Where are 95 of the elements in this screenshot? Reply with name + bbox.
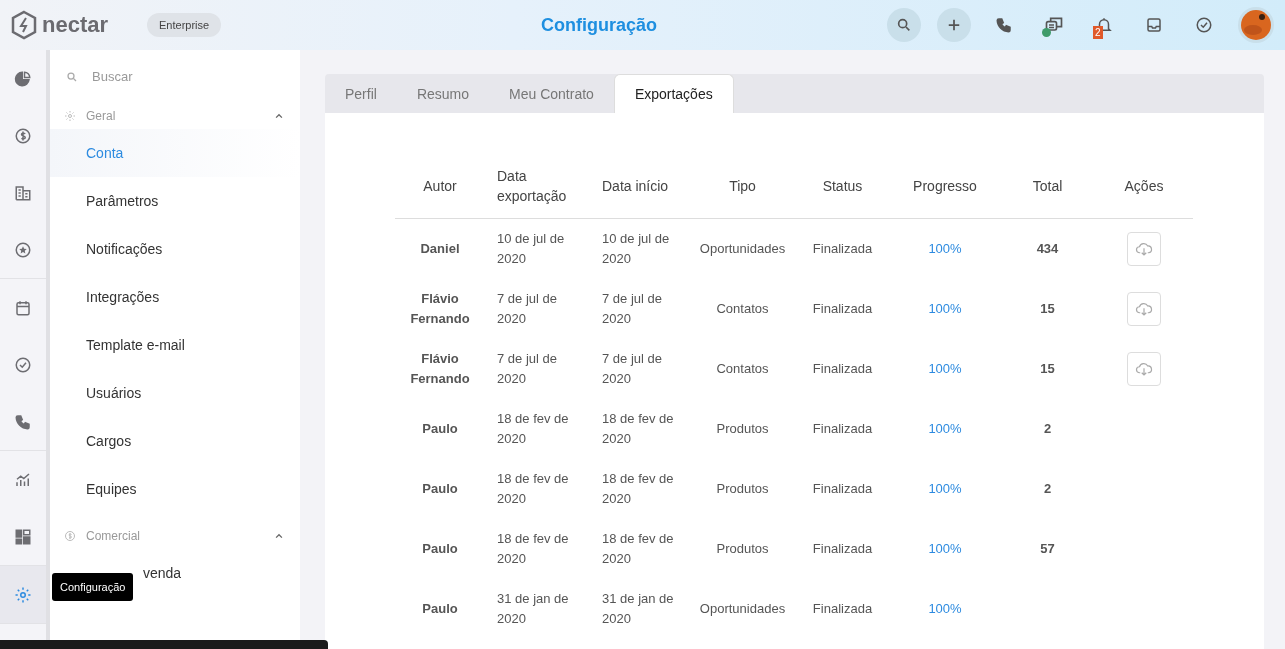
growth-chart-icon bbox=[14, 470, 32, 489]
page-title: Configuração bbox=[540, 14, 659, 36]
column-header: Data exportação bbox=[497, 166, 568, 206]
search-button[interactable] bbox=[887, 8, 921, 42]
status-cell-text: Finalizada bbox=[812, 420, 873, 438]
status-cell-text: Finalizada bbox=[812, 600, 873, 618]
column-header: Autor bbox=[423, 176, 457, 196]
status-cell-text: Finalizada bbox=[812, 480, 873, 498]
date-cell-text: 31 de jan de 2020 bbox=[497, 590, 570, 628]
date-cell-text: 18 de fev de 2020 bbox=[602, 470, 675, 508]
search-icon bbox=[66, 70, 78, 83]
progress-cell-text: 100% bbox=[928, 420, 962, 438]
date-cell-text: 7 de jul de 2020 bbox=[497, 350, 558, 388]
column-header: Total bbox=[1032, 176, 1063, 196]
author-cell-text: Daniel bbox=[419, 240, 461, 258]
date-cell-text: 7 de jul de 2020 bbox=[602, 350, 663, 388]
status-cell-text: Finalizada bbox=[812, 540, 873, 558]
type-cell-text: Produtos bbox=[716, 420, 769, 438]
download-button[interactable] bbox=[1127, 292, 1161, 326]
date-cell-text: 18 de fev de 2020 bbox=[497, 470, 570, 508]
date-cell-text: 18 de fev de 2020 bbox=[602, 410, 675, 448]
date-cell-text: 18 de fev de 2020 bbox=[602, 530, 675, 568]
cloud-download-icon bbox=[1135, 301, 1153, 317]
date-cell-text: 10 de jul de 2020 bbox=[602, 230, 671, 268]
plus-icon bbox=[947, 18, 961, 32]
cloud-download-icon bbox=[1135, 361, 1153, 377]
tab[interactable]: Perfil bbox=[325, 74, 397, 113]
total-cell-text: 434 bbox=[1036, 240, 1059, 258]
author-cell-text: Paulo bbox=[421, 540, 459, 558]
download-button[interactable] bbox=[1127, 232, 1161, 266]
date-cell-text: 7 de jul de 2020 bbox=[602, 290, 663, 328]
add-button[interactable] bbox=[937, 8, 971, 42]
plan-badge: Enterprise bbox=[147, 13, 222, 37]
notifications-button[interactable]: 2 bbox=[1087, 8, 1121, 42]
brand-name: nectar bbox=[42, 12, 109, 38]
progress-cell-text: 100% bbox=[928, 240, 962, 258]
column-header: Ações bbox=[1124, 176, 1164, 196]
status-cell-text: Finalizada bbox=[812, 240, 873, 258]
phone-icon bbox=[995, 16, 1013, 34]
type-cell-text: Oportunidades bbox=[699, 600, 786, 618]
calendar-icon bbox=[14, 298, 32, 317]
logo-icon bbox=[10, 10, 38, 40]
author-cell-text: Paulo bbox=[421, 420, 459, 438]
status-cell-text: Finalizada bbox=[812, 300, 873, 318]
download-button[interactable] bbox=[1127, 352, 1161, 386]
author-cell-text: Flávio Fernando bbox=[409, 350, 471, 388]
check-circle-icon bbox=[14, 355, 32, 374]
progress-cell-text: 100% bbox=[928, 480, 962, 498]
total-cell-text: 57 bbox=[1040, 540, 1055, 558]
author-cell-text: Flávio Fernando bbox=[409, 290, 471, 328]
date-cell-text: 10 de jul de 2020 bbox=[497, 230, 566, 268]
phone-icon bbox=[14, 412, 32, 431]
avatar[interactable] bbox=[1237, 6, 1275, 44]
check-circle-icon bbox=[1195, 16, 1213, 34]
tab[interactable]: Meu Contrato bbox=[489, 74, 614, 113]
total-cell-text: 2 bbox=[1043, 480, 1052, 498]
column-header: Status bbox=[822, 176, 863, 196]
total-cell-text: 2 bbox=[1043, 420, 1052, 438]
progress-cell-text: 100% bbox=[928, 600, 962, 618]
date-cell-text: 31 de jan de 2020 bbox=[602, 590, 675, 628]
total-cell-text: 15 bbox=[1040, 300, 1055, 318]
chevron-icon bbox=[274, 531, 284, 541]
dollar-icon bbox=[64, 530, 76, 542]
search-icon bbox=[896, 17, 912, 33]
author-cell-text: Paulo bbox=[421, 600, 459, 618]
total-cell-text: 15 bbox=[1040, 360, 1055, 378]
type-cell-text: Produtos bbox=[716, 480, 769, 498]
notification-count: 2 bbox=[1093, 26, 1103, 39]
inbox-icon bbox=[1145, 16, 1163, 34]
gear-icon bbox=[64, 110, 76, 122]
cloud-download-icon bbox=[1135, 241, 1153, 257]
type-cell-text: Produtos bbox=[716, 540, 769, 558]
column-header: Tipo bbox=[729, 176, 756, 196]
chevron-icon bbox=[274, 111, 284, 121]
date-cell-text: 7 de jul de 2020 bbox=[497, 290, 558, 328]
date-cell-text: 18 de fev de 2020 bbox=[497, 530, 570, 568]
tab[interactable]: Exportações bbox=[613, 74, 734, 113]
dashboard-icon bbox=[14, 527, 32, 546]
column-header: Progresso bbox=[913, 176, 977, 196]
progress-cell-text: 100% bbox=[928, 300, 962, 318]
building-icon bbox=[14, 183, 32, 202]
type-cell-text: Oportunidades bbox=[699, 240, 786, 258]
date-cell-text: 18 de fev de 2020 bbox=[497, 410, 570, 448]
dollar-icon bbox=[14, 126, 32, 145]
tooltip: Configuração bbox=[52, 573, 134, 601]
tab[interactable]: Resumo bbox=[396, 74, 490, 113]
type-cell-text: Contatos bbox=[716, 300, 769, 318]
type-cell-text: Contatos bbox=[716, 360, 769, 378]
column-header: Data início bbox=[602, 176, 669, 196]
progress-cell-text: 100% bbox=[928, 540, 962, 558]
pie-chart-icon bbox=[14, 69, 32, 88]
author-cell-text: Paulo bbox=[421, 480, 459, 498]
progress-cell-text: 100% bbox=[928, 360, 962, 378]
status-cell-text: Finalizada bbox=[812, 360, 873, 378]
gear-icon bbox=[14, 585, 32, 604]
